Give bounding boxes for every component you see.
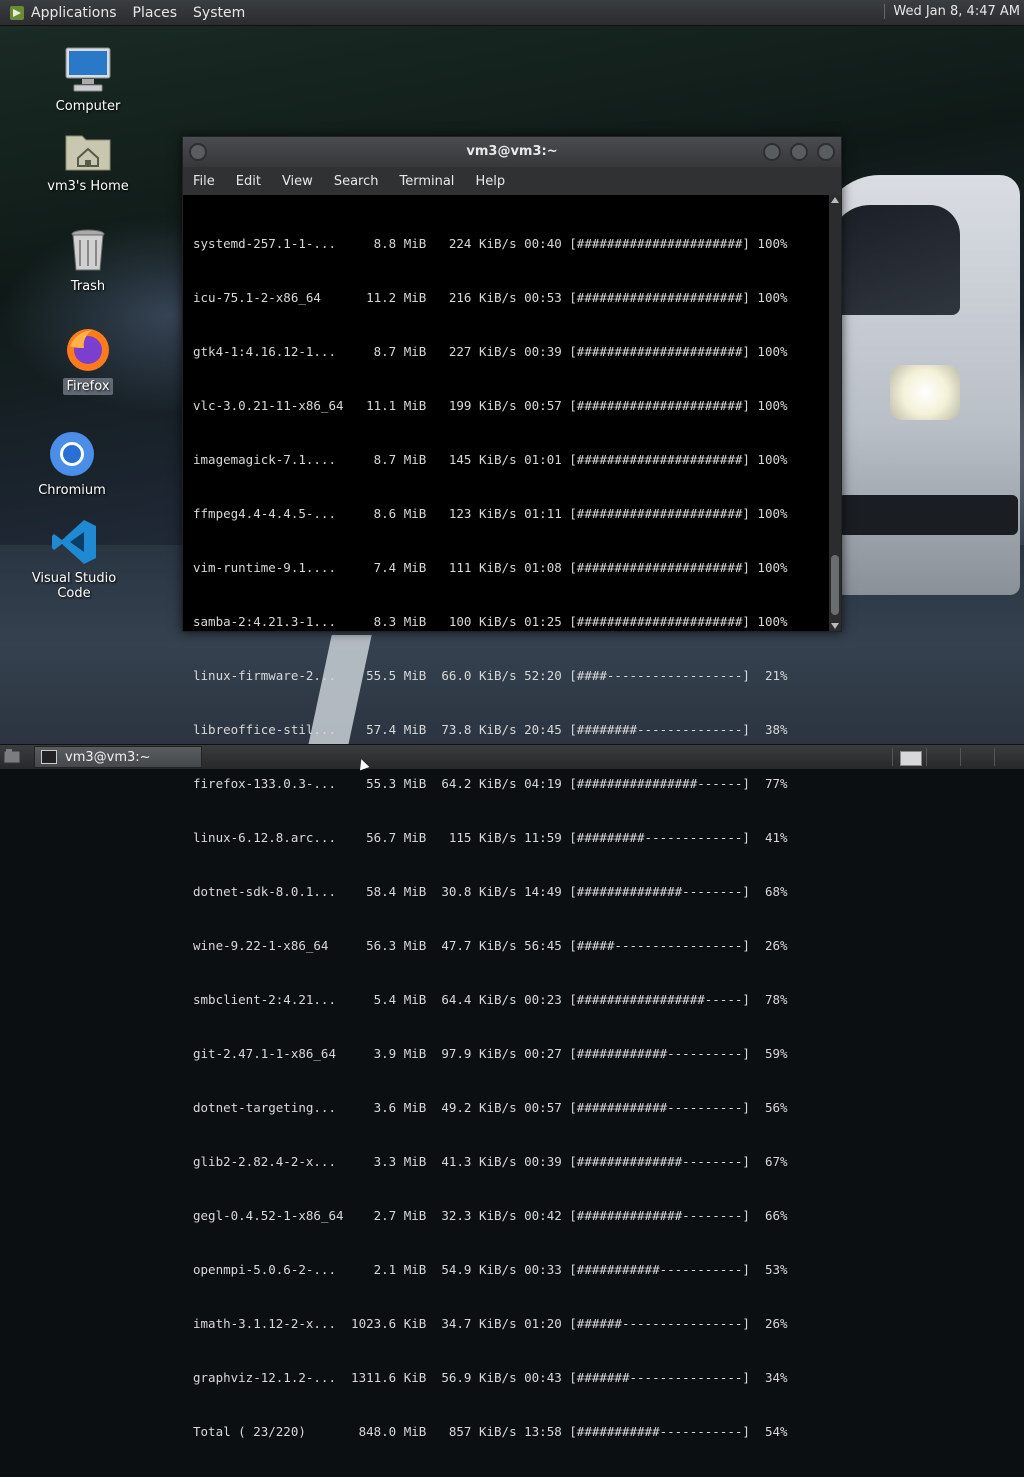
terminal-line: git-2.47.1-1-x86_64 3.9 MiB 97.9 KiB/s 0…	[193, 1046, 788, 1061]
terminal-line: vlc-3.0.21-11-x86_64 11.1 MiB 199 KiB/s …	[193, 398, 788, 413]
terminal-line: vim-runtime-9.1.... 7.4 MiB 111 KiB/s 01…	[193, 560, 788, 575]
desktop-icon-chromium[interactable]: Chromium	[17, 430, 127, 499]
close-icon[interactable]	[817, 143, 835, 161]
workspace-2[interactable]	[926, 748, 961, 766]
terminal-line: glib2-2.82.4-2-x... 3.3 MiB 41.3 KiB/s 0…	[193, 1154, 788, 1169]
panel-clock[interactable]: Wed Jan 8, 4:47 AM	[884, 4, 1020, 19]
terminal-icon	[41, 750, 57, 764]
workspace-4[interactable]	[994, 748, 1024, 766]
desktop-icon-label: Computer	[55, 99, 121, 114]
terminal-line: imagemagick-7.1.... 8.7 MiB 145 KiB/s 01…	[193, 452, 788, 467]
menu-system[interactable]: System	[193, 5, 245, 21]
desktop-icon-label: Chromium	[38, 483, 106, 498]
wallpaper-car-window	[830, 205, 960, 315]
terminal-line: openmpi-5.0.6-2-... 2.1 MiB 54.9 KiB/s 0…	[193, 1262, 788, 1277]
terminal-line: icu-75.1-2-x86_64 11.2 MiB 216 KiB/s 00:…	[193, 290, 788, 305]
terminal-menubar: File Edit View Search Terminal Help	[183, 167, 841, 195]
vscode-icon	[50, 518, 98, 566]
terminal-line: linux-6.12.8.arc... 56.7 MiB 115 KiB/s 1…	[193, 830, 788, 845]
terminal-line: dotnet-sdk-8.0.1... 58.4 MiB 30.8 KiB/s …	[193, 884, 788, 899]
terminal-line: graphviz-12.1.2-... 1311.6 KiB 56.9 KiB/…	[193, 1370, 788, 1385]
menu-search[interactable]: Search	[334, 174, 379, 189]
terminal-line: imath-3.1.12-2-x... 1023.6 KiB 34.7 KiB/…	[193, 1316, 788, 1331]
desktop-icon-firefox[interactable]: Firefox	[33, 326, 143, 395]
desktop-icon-label: vm3's Home	[47, 179, 129, 194]
workspace-3[interactable]	[960, 748, 995, 766]
terminal-line: gegl-0.4.52-1-x86_64 2.7 MiB 32.3 KiB/s …	[193, 1208, 788, 1223]
desktop-icon-home[interactable]: vm3's Home	[33, 126, 143, 195]
menu-help[interactable]: Help	[475, 174, 505, 189]
terminal-line: libreoffice-stil... 57.4 MiB 73.8 KiB/s …	[193, 722, 788, 737]
desktop-icon-trash[interactable]: Trash	[33, 226, 143, 295]
menu-file[interactable]: File	[193, 174, 215, 189]
chromium-icon	[48, 430, 96, 478]
desktop-icon-label: Firefox	[63, 378, 113, 395]
firefox-icon	[64, 326, 112, 374]
terminal-line: dotnet-targeting... 3.6 MiB 49.2 KiB/s 0…	[193, 1100, 788, 1115]
menu-places[interactable]: Places	[133, 5, 178, 21]
terminal-scrollbar[interactable]	[829, 195, 841, 631]
taskbar-item-label: vm3@vm3:~	[65, 749, 151, 765]
terminal-line: systemd-257.1-1-... 8.8 MiB 224 KiB/s 00…	[193, 236, 788, 251]
terminal-line: smbclient-2:4.21... 5.4 MiB 64.4 KiB/s 0…	[193, 992, 788, 1007]
desktop-icon-label: Visual Studio Code	[31, 571, 117, 601]
desktop-icon-computer[interactable]: Computer	[33, 46, 143, 115]
distro-logo-icon[interactable]	[9, 5, 25, 21]
terminal-titlebar[interactable]: vm3@vm3:~	[183, 137, 841, 167]
terminal-line: samba-2:4.21.3-1... 8.3 MiB 100 KiB/s 01…	[193, 614, 788, 629]
terminal-output[interactable]: systemd-257.1-1-... 8.8 MiB 224 KiB/s 00…	[183, 195, 827, 1439]
desktop-icon-vscode[interactable]: Visual Studio Code	[17, 518, 131, 602]
computer-icon	[64, 46, 112, 94]
minimize-icon[interactable]	[763, 143, 781, 161]
scroll-down-icon[interactable]	[831, 623, 839, 629]
terminal-title: vm3@vm3:~	[466, 144, 558, 159]
terminal-line: wine-9.22-1-x86_64 56.3 MiB 47.7 KiB/s 5…	[193, 938, 788, 953]
show-desktop-icon[interactable]	[3, 748, 21, 764]
terminal-line: ffmpeg4.4-4.4.5-... 8.6 MiB 123 KiB/s 01…	[193, 506, 788, 521]
wallpaper-car-headlight	[890, 365, 960, 420]
terminal-line: linux-firmware-2... 55.5 MiB 66.0 KiB/s …	[193, 668, 788, 683]
terminal-line: firefox-133.0.3-... 55.3 MiB 64.2 KiB/s …	[193, 776, 788, 791]
terminal-line: Total ( 23/220) 848.0 MiB 857 KiB/s 13:5…	[193, 1424, 788, 1439]
trash-icon	[64, 226, 112, 274]
window-menu-icon[interactable]	[189, 143, 207, 161]
menu-terminal[interactable]: Terminal	[399, 174, 454, 189]
maximize-icon[interactable]	[790, 143, 808, 161]
terminal-window[interactable]: vm3@vm3:~ File Edit View Search Terminal…	[182, 136, 842, 1439]
top-panel: Applications Places System Wed Jan 8, 4:…	[0, 0, 1024, 26]
menu-view[interactable]: View	[282, 174, 313, 189]
bottom-panel: vm3@vm3:~	[0, 744, 1024, 769]
wallpaper-car-grille	[838, 495, 1018, 535]
taskbar-item-terminal[interactable]: vm3@vm3:~	[34, 746, 202, 768]
menu-edit[interactable]: Edit	[236, 174, 261, 189]
workspace-1[interactable]	[892, 748, 927, 766]
home-folder-icon	[64, 126, 112, 174]
scrollbar-thumb[interactable]	[831, 555, 839, 615]
desktop-icon-label: Trash	[70, 279, 106, 294]
menu-applications[interactable]: Applications	[31, 5, 117, 21]
scroll-up-icon[interactable]	[831, 197, 839, 203]
terminal-line: gtk4-1:4.16.12-1... 8.7 MiB 227 KiB/s 00…	[193, 344, 788, 359]
